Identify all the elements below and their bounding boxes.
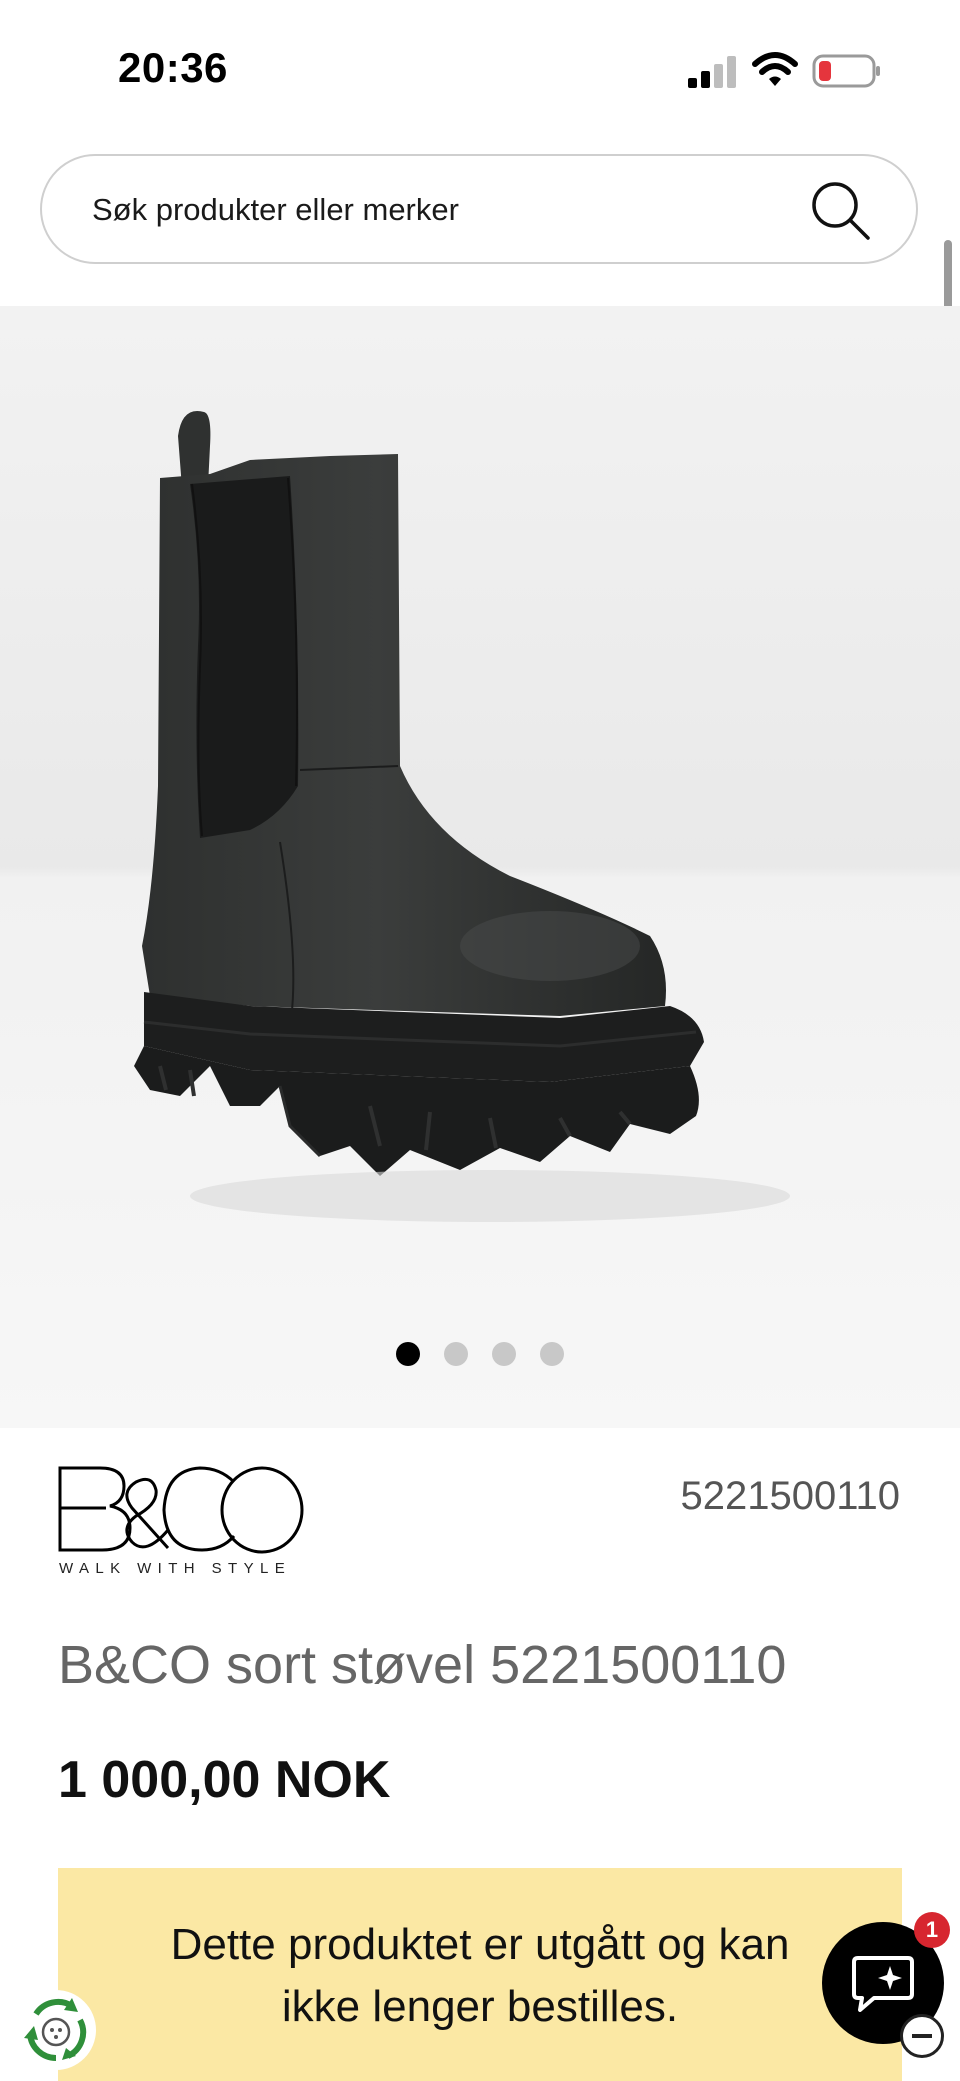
article-number: 5221500110 <box>680 1474 901 1518</box>
product-price: 1 000,00 NOK <box>58 1751 391 1809</box>
recycle-icon[interactable] <box>16 1990 96 2070</box>
notice-line-2: ikke lenger bestilles. <box>281 1982 679 2031</box>
carousel-dot-4[interactable] <box>540 1342 564 1366</box>
product-gallery[interactable] <box>0 306 960 1428</box>
carousel-dot-1[interactable] <box>396 1342 420 1366</box>
carousel-dot-2[interactable] <box>444 1342 468 1366</box>
chat-minimize-button[interactable] <box>900 2014 944 2058</box>
chat-notification-badge: 1 <box>914 1912 950 1948</box>
battery-low-icon <box>812 54 880 88</box>
product-page: 20:36 Søk produkter eller merker WALK WI… <box>0 0 960 2081</box>
brand-logo-mark <box>58 1466 304 1554</box>
signal-icon <box>688 56 736 88</box>
search-input[interactable] <box>90 156 794 264</box>
discontinued-notice: Dette produktet er utgått og kan ikke le… <box>58 1868 902 2081</box>
product-title: B&CO sort støvel 5221500110 <box>58 1635 787 1695</box>
brand-tagline: WALK WITH STYLE <box>59 1560 292 1577</box>
carousel-dot-3[interactable] <box>492 1342 516 1366</box>
brand-logo[interactable]: WALK WITH STYLE <box>56 1464 306 1584</box>
chat-sparkle-icon <box>852 1956 914 2012</box>
product-image <box>134 411 790 1222</box>
wifi-icon <box>752 52 798 86</box>
status-bar: 20:36 <box>0 0 960 140</box>
carousel-dots <box>0 1342 960 1372</box>
search-bar <box>40 154 918 264</box>
search-icon[interactable] <box>810 180 872 242</box>
notice-line-1: Dette produktet er utgått og kan <box>170 1920 790 1969</box>
status-time: 20:36 <box>118 44 228 91</box>
